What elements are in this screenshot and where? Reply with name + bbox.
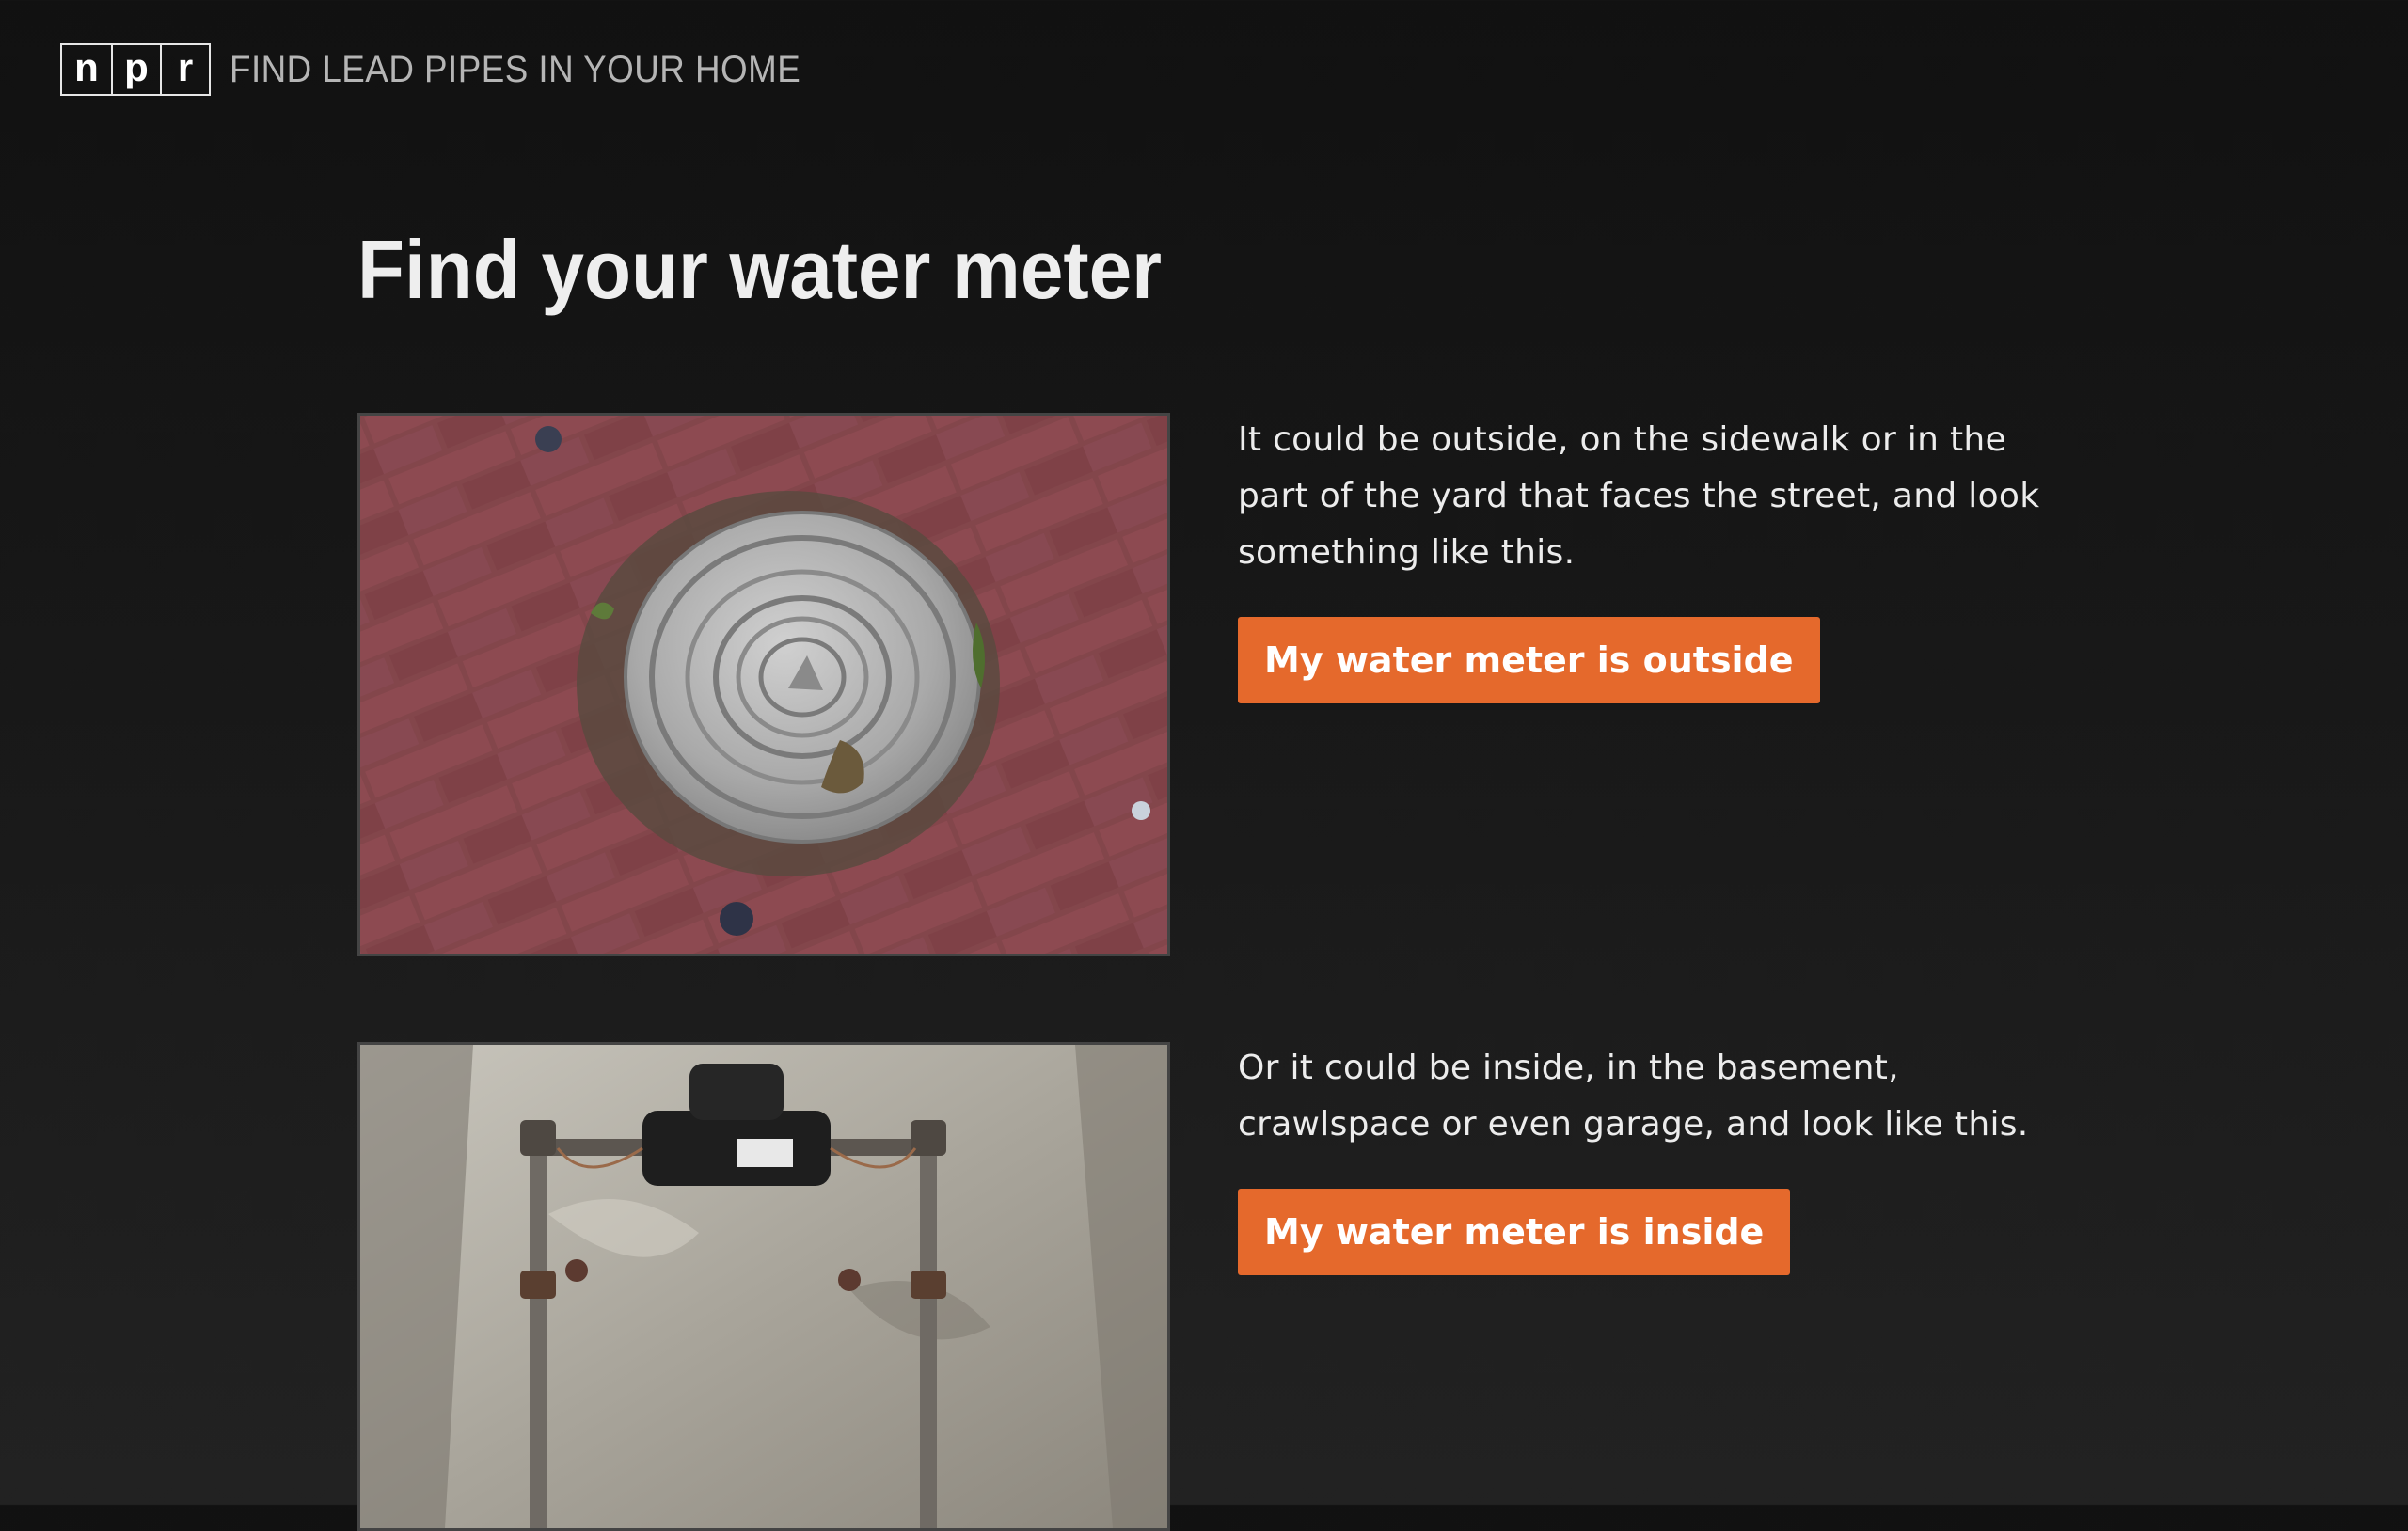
npr-logo-letter-p: p (111, 45, 160, 94)
npr-logo-letter-n: n (74, 45, 99, 89)
site-header: n p r FIND LEAD PIPES IN YOUR HOME (60, 43, 850, 96)
meter-inside-button[interactable]: My water meter is inside (1238, 1189, 1791, 1275)
outside-description: It could be outside, on the sidewalk or … (1238, 420, 2040, 572)
page-title: Find your water meter (357, 223, 1162, 316)
meter-cover-photo (357, 413, 1170, 956)
site-title-link[interactable]: FIND LEAD PIPES IN YOUR HOME (230, 49, 800, 91)
basement-meter-photo (357, 1042, 1170, 1531)
meter-outside-button[interactable]: My water meter is outside (1238, 617, 1820, 703)
npr-logo[interactable]: n p r (60, 43, 211, 96)
npr-logo-letter-r: r (160, 45, 209, 94)
inside-description: Or it could be inside, in the basement, … (1238, 1049, 2029, 1144)
